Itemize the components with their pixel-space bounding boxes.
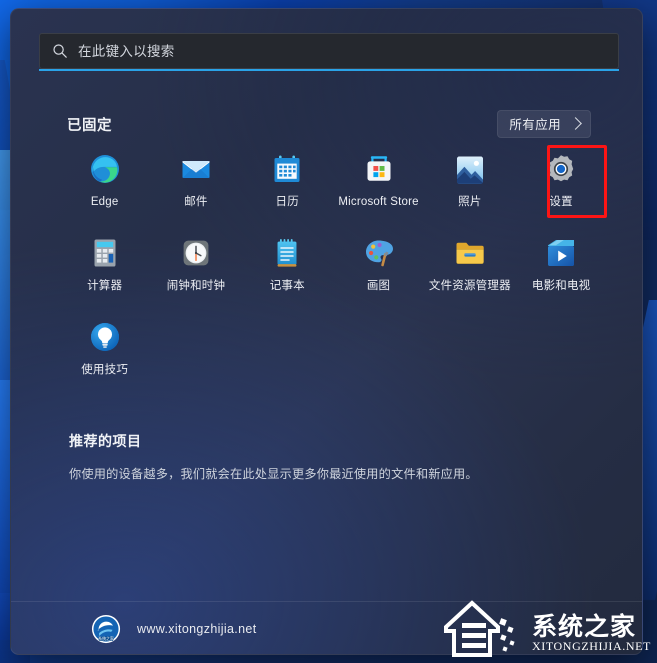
footer-bar: 系统之家 www.xitongzhijia.net (11, 602, 642, 654)
app-label: 文件资源管理器 (428, 280, 511, 292)
app-label: 电影和电视 (531, 280, 591, 292)
calculator-icon (94, 239, 116, 267)
app-label: 使用技巧 (81, 364, 129, 376)
paint-icon (365, 240, 393, 267)
app-label: 画图 (366, 280, 391, 292)
app-tile-file-explorer[interactable]: 文件资源管理器 (424, 231, 515, 315)
app-tile-alarms-clock[interactable]: 闹钟和时钟 (150, 231, 241, 315)
start-menu-panel: 已固定 所有应用 Edge (10, 8, 643, 655)
photos-icon (456, 156, 483, 184)
app-tile-movies-tv[interactable]: 电影和电视 (515, 231, 606, 315)
chevron-right-icon (569, 117, 582, 130)
search-row (39, 33, 619, 71)
recommended-title: 推荐的项目 (69, 433, 142, 449)
app-label: 计算器 (87, 280, 123, 292)
search-accent-underline (39, 69, 619, 71)
app-tile-notepad[interactable]: 记事本 (242, 231, 333, 315)
all-apps-button[interactable]: 所有应用 (497, 110, 591, 138)
edge-icon (90, 155, 119, 183)
app-tile-settings[interactable]: 设置 (515, 147, 606, 231)
app-tile-photos[interactable]: 照片 (424, 147, 515, 231)
settings-gear-icon (548, 155, 574, 182)
search-icon (53, 44, 67, 58)
app-tile-paint[interactable]: 画图 (333, 231, 424, 315)
footer-url-text: www.xitongzhijia.net (137, 622, 257, 636)
xitongzhijia-round-logo: 系统之家 (91, 614, 121, 644)
app-tile-calendar[interactable]: 日历 (242, 147, 333, 231)
search-input[interactable] (78, 34, 618, 68)
app-tile-calculator[interactable]: 计算器 (59, 231, 150, 315)
recommended-empty-message: 你使用的设备越多，我们就会在此处显示更多你最近使用的文件和新应用。 (69, 467, 478, 481)
movies-tv-icon (548, 240, 575, 266)
calendar-icon (274, 155, 300, 182)
notepad-icon (277, 239, 297, 267)
pinned-title: 已固定 (67, 117, 112, 134)
app-tile-microsoft-store[interactable]: Microsoft Store (333, 147, 424, 231)
app-label: Edge (90, 196, 119, 208)
desktop-screen: 已固定 所有应用 Edge (0, 0, 657, 663)
search-box[interactable] (39, 33, 619, 69)
alarms-clock-icon (183, 240, 209, 266)
app-tile-edge[interactable]: Edge (59, 147, 150, 231)
mail-icon (182, 161, 210, 178)
app-label: 日历 (275, 196, 299, 208)
app-tile-tips[interactable]: 使用技巧 (59, 315, 150, 399)
app-tile-mail[interactable]: 邮件 (150, 147, 241, 231)
file-explorer-icon (456, 242, 484, 264)
all-apps-label: 所有应用 (509, 118, 561, 132)
tips-lightbulb-icon (90, 323, 119, 351)
microsoft-store-icon (367, 156, 391, 181)
svg-text:系统之家: 系统之家 (98, 636, 114, 641)
app-label: Microsoft Store (338, 196, 419, 208)
app-label: 照片 (458, 196, 482, 208)
pinned-app-grid: Edge 邮件 日历 Microsoft Store 照片 设置 计算器 闹钟和… (59, 147, 607, 399)
app-label: 记事本 (269, 280, 305, 292)
app-label: 闹钟和时钟 (166, 280, 226, 292)
pinned-header: 已固定 所有应用 (67, 110, 591, 138)
app-label: 邮件 (184, 196, 208, 208)
app-label: 设置 (549, 196, 573, 208)
